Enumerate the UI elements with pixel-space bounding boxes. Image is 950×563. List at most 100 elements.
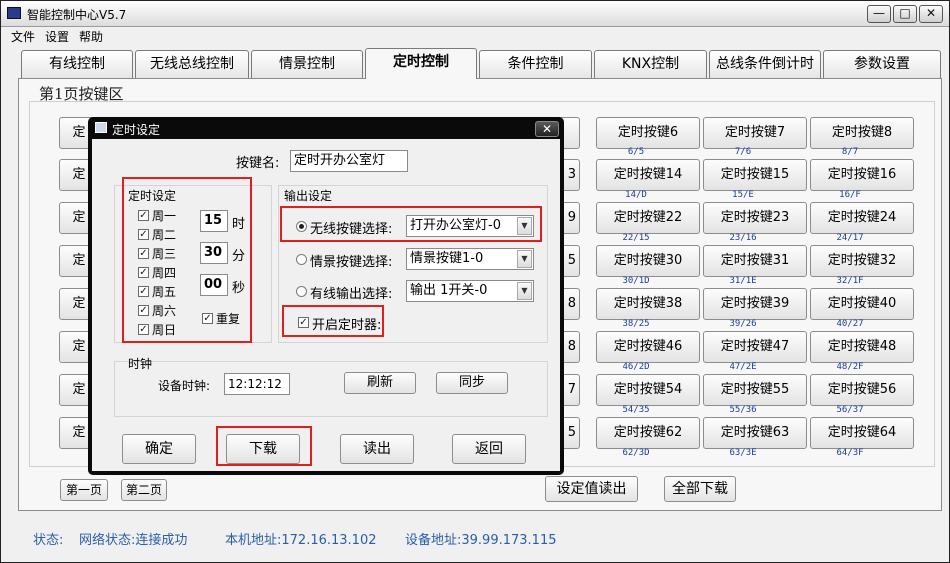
key-code: 39/26 bbox=[729, 319, 757, 329]
key-code: 55/36 bbox=[729, 405, 757, 415]
timer-key-62[interactable]: 定时按键62 bbox=[596, 417, 700, 449]
timer-key-39[interactable]: 定时按键39 bbox=[703, 288, 807, 320]
wired-radio[interactable] bbox=[296, 286, 307, 297]
key-code: 24/17 bbox=[836, 233, 864, 243]
minimize-button[interactable]: — bbox=[867, 5, 891, 23]
timer-key-47[interactable]: 定时按键47 bbox=[703, 331, 807, 363]
output-group-title: 输出设定 bbox=[284, 189, 333, 203]
menu-bar: 文件 设置 帮助 bbox=[1, 27, 949, 45]
key-code: 40/27 bbox=[836, 319, 864, 329]
timer-key-38[interactable]: 定时按键38 bbox=[596, 288, 700, 320]
download-all-button[interactable]: 全部下载 bbox=[664, 476, 736, 502]
app-icon bbox=[7, 7, 21, 19]
device-clock-field[interactable]: 12:12:12 bbox=[224, 373, 290, 395]
window-title: 智能控制中心V5.7 bbox=[27, 8, 127, 22]
key-code: 14/D bbox=[625, 190, 647, 200]
tab-bus-condition-countdown[interactable]: 总线条件倒计时 bbox=[709, 50, 821, 78]
tab-knx-control[interactable]: KNX控制 bbox=[594, 50, 707, 78]
timer-key-30[interactable]: 定时按键30 bbox=[596, 245, 700, 277]
wired-label: 有线输出选择: bbox=[310, 287, 393, 302]
read-settings-button[interactable]: 设定值读出 bbox=[545, 476, 638, 502]
timer-key-31[interactable]: 定时按键31 bbox=[703, 245, 807, 277]
timer-key-40[interactable]: 定时按键40 bbox=[810, 288, 914, 320]
key-code: 48/2F bbox=[836, 362, 864, 372]
clock-group-title: 时钟 bbox=[128, 357, 153, 371]
device-clock-label: 设备时钟: bbox=[158, 379, 211, 393]
key-name-field[interactable]: 定时开办公室灯 bbox=[290, 150, 408, 172]
timer-key-23[interactable]: 定时按键23 bbox=[703, 202, 807, 234]
local-address: 本机地址:172.16.13.102 bbox=[225, 533, 377, 548]
timer-key-14[interactable]: 定时按键14 bbox=[596, 159, 700, 191]
menu-settings[interactable]: 设置 bbox=[45, 28, 69, 45]
timer-key-32[interactable]: 定时按键32 bbox=[810, 245, 914, 277]
key-code: 54/35 bbox=[622, 405, 650, 415]
menu-file[interactable]: 文件 bbox=[11, 28, 35, 45]
dialog-title: 定时设定 bbox=[112, 123, 161, 137]
second-page-button[interactable]: 第二页 bbox=[121, 479, 167, 501]
maximize-button[interactable]: □ bbox=[893, 5, 917, 23]
close-window-button[interactable]: ✕ bbox=[919, 5, 943, 23]
highlight-box bbox=[282, 305, 384, 337]
key-code: 63/3E bbox=[729, 448, 757, 458]
timer-key-48[interactable]: 定时按键48 bbox=[810, 331, 914, 363]
network-status: 网络状态:连接成功 bbox=[79, 533, 188, 548]
key-code: 15/E bbox=[732, 190, 754, 200]
key-name-label: 按键名: bbox=[236, 156, 280, 171]
dialog-title-bar: 定时设定 ✕ bbox=[88, 117, 564, 139]
key-code: 32/1F bbox=[836, 276, 864, 286]
timer-key-64[interactable]: 定时按键64 bbox=[810, 417, 914, 449]
timer-key-54[interactable]: 定时按键54 bbox=[596, 374, 700, 406]
timer-key-22[interactable]: 定时按键22 bbox=[596, 202, 700, 234]
highlight-box bbox=[122, 177, 252, 343]
highlight-box bbox=[280, 206, 542, 242]
refresh-button[interactable]: 刷新 bbox=[344, 372, 416, 394]
back-button[interactable]: 返回 bbox=[452, 434, 526, 464]
wired-select-value: 输出 1开关-0 bbox=[410, 283, 488, 298]
key-code: 30/1D bbox=[622, 276, 650, 286]
tab-wireless-bus-control[interactable]: 无线总线控制 bbox=[135, 50, 249, 78]
key-code: 47/2E bbox=[729, 362, 757, 372]
key-code: 8/7 bbox=[841, 147, 859, 157]
scene-radio[interactable] bbox=[296, 254, 307, 265]
status-label: 状态: bbox=[33, 533, 64, 548]
key-code: 31/1E bbox=[729, 276, 757, 286]
key-code: 46/2D bbox=[622, 362, 650, 372]
key-code: 23/16 bbox=[729, 233, 757, 243]
chevron-down-icon: ▼ bbox=[517, 250, 532, 268]
timer-key-8[interactable]: 定时按键8 bbox=[810, 117, 914, 149]
title-bar: 智能控制中心V5.7 — □ ✕ bbox=[1, 1, 949, 27]
tab-scene-control[interactable]: 情景控制 bbox=[251, 50, 363, 78]
tab-parameter-settings[interactable]: 参数设置 bbox=[823, 50, 941, 78]
timer-key-46[interactable]: 定时按键46 bbox=[596, 331, 700, 363]
chevron-down-icon: ▼ bbox=[517, 282, 532, 300]
timer-key-63[interactable]: 定时按键63 bbox=[703, 417, 807, 449]
timer-settings-dialog: 定时设定 ✕ 按键名: 定时开办公室灯 定时设定 ✓ 周一 ✓ 周二 ✓ 周三 … bbox=[88, 117, 564, 475]
timer-key-56[interactable]: 定时按键56 bbox=[810, 374, 914, 406]
device-address: 设备地址:39.99.173.115 bbox=[405, 533, 557, 548]
confirm-button[interactable]: 确定 bbox=[122, 434, 196, 464]
highlight-box bbox=[216, 426, 312, 466]
scene-label: 情景按键选择: bbox=[310, 255, 393, 270]
close-icon[interactable]: ✕ bbox=[535, 121, 559, 137]
key-code: 16/F bbox=[839, 190, 861, 200]
tab-timer-control[interactable]: 定时控制 bbox=[365, 48, 477, 79]
read-button[interactable]: 读出 bbox=[340, 434, 414, 464]
menu-help[interactable]: 帮助 bbox=[79, 28, 103, 45]
first-page-button[interactable]: 第一页 bbox=[60, 479, 108, 501]
scene-key-select[interactable]: 情景按键1-0 ▼ bbox=[406, 248, 534, 270]
timer-key-24[interactable]: 定时按键24 bbox=[810, 202, 914, 234]
dialog-icon bbox=[95, 122, 107, 133]
timer-key-6[interactable]: 定时按键6 bbox=[596, 117, 700, 149]
tab-wired-control[interactable]: 有线控制 bbox=[21, 50, 133, 78]
scene-select-value: 情景按键1-0 bbox=[410, 251, 484, 266]
timer-key-16[interactable]: 定时按键16 bbox=[810, 159, 914, 191]
timer-key-55[interactable]: 定时按键55 bbox=[703, 374, 807, 406]
tab-condition-control[interactable]: 条件控制 bbox=[479, 50, 592, 78]
key-code: 6/5 bbox=[627, 147, 645, 157]
key-code: 64/3F bbox=[836, 448, 864, 458]
timer-key-15[interactable]: 定时按键15 bbox=[703, 159, 807, 191]
wired-output-select[interactable]: 输出 1开关-0 ▼ bbox=[406, 280, 534, 302]
key-code: 56/37 bbox=[836, 405, 864, 415]
sync-button[interactable]: 同步 bbox=[436, 372, 508, 394]
timer-key-7[interactable]: 定时按键7 bbox=[703, 117, 807, 149]
